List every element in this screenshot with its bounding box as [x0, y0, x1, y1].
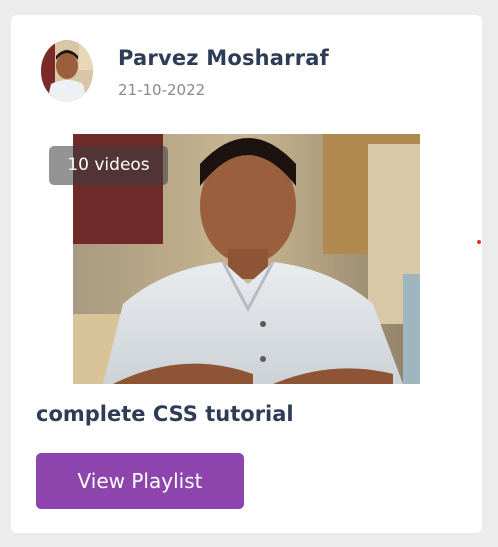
playlist-card: Parvez Mosharraf 21-10-2022 10 videos co…	[11, 15, 482, 533]
playlist-title: complete CSS tutorial	[36, 402, 294, 426]
view-playlist-button[interactable]: View Playlist	[36, 453, 244, 509]
video-count-badge: 10 videos	[49, 146, 168, 185]
indicator-dot	[477, 240, 481, 244]
author-avatar	[41, 40, 93, 102]
avatar-photo	[41, 40, 93, 102]
author-name: Parvez Mosharraf	[118, 46, 329, 70]
post-date: 21-10-2022	[118, 81, 206, 99]
